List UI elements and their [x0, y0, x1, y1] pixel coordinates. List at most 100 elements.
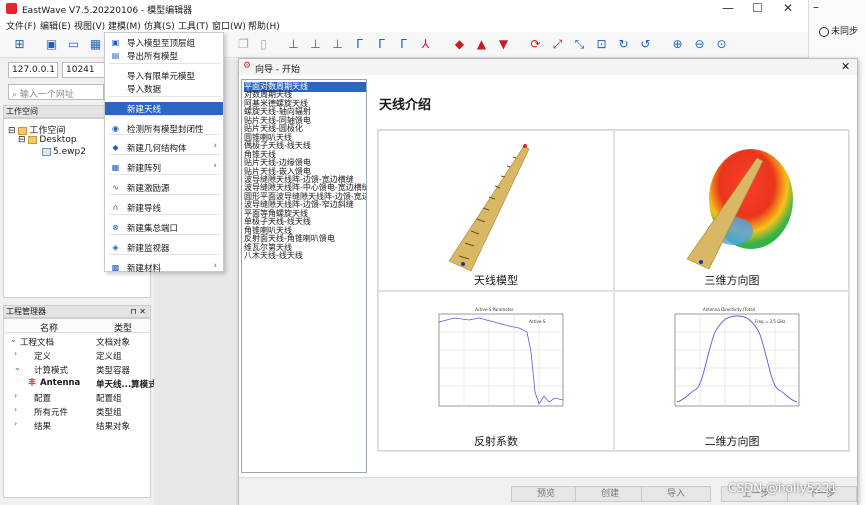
tree-row-config[interactable]: › 配置 配置组 [4, 390, 150, 404]
menu-separator [109, 214, 221, 215]
menu-item[interactable]: ∩ 新建导线 [105, 201, 223, 214]
rotate-ccw-icon[interactable]: ↺ [638, 37, 653, 52]
menu-item[interactable]: ◆ 新建几何结构体 › [105, 141, 223, 154]
view-front-icon[interactable]: Γ [352, 37, 367, 52]
menu-item[interactable]: ◉ 检测所有模型封闭性 [105, 122, 223, 135]
axis-z-icon[interactable]: ⊥ [330, 37, 345, 52]
menu-window[interactable]: 窗口(W) [212, 19, 246, 32]
chevron-down-icon[interactable]: ⌄ [14, 363, 21, 372]
menu-item-label: 新建激励源 [127, 184, 170, 194]
menu-separator [109, 174, 221, 175]
menu-item[interactable]: ▩ 新建材料 › [105, 261, 223, 274]
align-icon[interactable]: ⊡ [594, 37, 609, 52]
col-type[interactable]: 类型 [114, 321, 132, 334]
url-input[interactable]: ⌕ 输入一个网址 [8, 84, 104, 100]
folder-icon [28, 135, 38, 144]
tree-row-definition[interactable]: › 定义 定义组 [4, 348, 150, 362]
menu-simulate[interactable]: 仿真(S) [144, 19, 175, 32]
view-top-icon[interactable]: Γ [396, 37, 411, 52]
menu-item[interactable]: 导入有限单元模型 [105, 69, 223, 82]
column-header: 名称 类型 [4, 319, 150, 334]
wizard-content: 天线介绍 天线模型 三维方向图 Active-S Parameter Activ… [373, 79, 855, 473]
scale-icon[interactable]: ⤡ [572, 37, 587, 52]
antenna-list-item[interactable]: 八木天线-线天线 [244, 251, 366, 261]
import-icon: ▣ [111, 38, 120, 47]
menu-view[interactable]: 视图(V) [74, 19, 105, 32]
close-icon[interactable]: ✕ [841, 60, 850, 73]
tree-item-desktop[interactable]: ⊟ Desktop [18, 135, 77, 145]
import-icon[interactable]: ▣ [44, 37, 59, 52]
chevron-right-icon[interactable]: › [14, 405, 17, 414]
menu-item[interactable]: ◈ 新建监视器 [105, 241, 223, 254]
tree-item-file[interactable]: 5.ewp2 [42, 147, 86, 157]
new-icon[interactable]: ⊞ [12, 37, 27, 52]
chevron-right-icon: › [213, 141, 217, 151]
zoom-in-icon[interactable]: ⊕ [670, 37, 685, 52]
copy-icon[interactable]: ❐ [236, 37, 251, 52]
delete-icon[interactable]: ▯ [256, 37, 271, 52]
chevron-right-icon[interactable]: › [14, 391, 17, 400]
menu-model[interactable]: 建模(M) [108, 19, 141, 32]
preview-button[interactable]: 预览 [511, 486, 581, 502]
menu-item[interactable]: 新建天线 [105, 102, 223, 115]
zoom-fit-icon[interactable]: ⊙ [714, 37, 729, 52]
open-folder-icon[interactable]: ▭ [66, 37, 81, 52]
axes-icon[interactable]: ⅄ [418, 37, 433, 52]
tree-row-compute-mode[interactable]: ⌄ 计算模式 类型容器 [4, 362, 150, 376]
menu-file[interactable]: 文件(F) [6, 19, 36, 32]
geometry-icon: ◆ [112, 143, 119, 152]
menu-tools[interactable]: 工具(T) [178, 19, 209, 32]
menu-item[interactable]: ▤ 导出所有模型 [105, 49, 223, 62]
cell-2d-pattern: Antenna Directivity (Total) Freq = 3.5 G… [614, 291, 850, 452]
menu-item[interactable]: ∿ 新建激励源 [105, 181, 223, 194]
menu-separator [109, 194, 221, 195]
maximize-icon[interactable]: ☐ [752, 1, 763, 15]
menu-help[interactable]: 帮助(H) [248, 19, 280, 32]
axis-x-icon[interactable]: ⊥ [286, 37, 301, 52]
save-icon[interactable]: ▦ [88, 37, 103, 52]
preview-grid: 天线模型 三维方向图 Active-S Parameter Active-S 反… [377, 129, 850, 452]
move-top-icon[interactable]: ▲ [474, 37, 489, 52]
model-menu-dropdown: ▣ 导入模型至顶层组 ▤ 导出所有模型 导入有限单元模型 导入数据新建天线 ◉ 检测所有模型封… [104, 32, 224, 274]
cell-reflection: Active-S Parameter Active-S 反射系数 [378, 291, 614, 452]
chevron-right-icon[interactable]: › [14, 419, 17, 428]
chevron-right-icon: › [213, 261, 217, 271]
create-button[interactable]: 创建 [575, 486, 645, 502]
tree-row-project-doc[interactable]: ⌄ 工程文档 文档对象 [4, 334, 150, 348]
antenna-model-image [448, 144, 530, 272]
ip-input[interactable]: 127.0.0.1 [8, 62, 58, 78]
chevron-right-icon[interactable]: › [14, 349, 17, 358]
move-down-icon[interactable]: ▼ [496, 37, 511, 52]
tree-row-antenna[interactable]: 丰 Antenna 单天线...算模式 [4, 376, 157, 390]
axis-y-icon[interactable]: ⊥ [308, 37, 323, 52]
folder-icon [18, 126, 28, 135]
menu-item[interactable]: ▦ 新建阵列 › [105, 161, 223, 174]
import-button[interactable]: 导入 [641, 486, 711, 502]
material-icon: ▩ [111, 263, 120, 272]
rotate-icon[interactable]: ⟳ [528, 37, 543, 52]
mirror-icon[interactable]: ⤢ [550, 37, 565, 52]
zoom-out-icon[interactable]: ⊖ [692, 37, 707, 52]
minimize-icon[interactable]: – [813, 0, 819, 14]
tree-row-results[interactable]: › 结果 结果对象 [4, 418, 150, 432]
menu-edit[interactable]: 编辑(E) [40, 19, 71, 32]
view-side-icon[interactable]: Γ [374, 37, 389, 52]
menu-item[interactable]: ⊗ 新建集总端口 [105, 221, 223, 234]
menu-item-label: 导入有限单元模型 [127, 72, 196, 82]
antenna-icon: 丰 [28, 378, 36, 387]
search-icon: ⌕ [12, 90, 20, 100]
pin-close-icon[interactable]: ⊓ ✕ [131, 306, 147, 317]
menu-item-label: 新建集总端口 [127, 224, 179, 234]
port-input[interactable]: 10241 [62, 62, 106, 78]
col-name[interactable]: 名称 [40, 321, 58, 334]
minimize-icon[interactable]: — [722, 1, 734, 15]
menu-item[interactable]: ▣ 导入模型至顶层组 [105, 36, 223, 49]
close-icon[interactable]: ✕ [783, 1, 793, 15]
rotate-cw-icon[interactable]: ↻ [616, 37, 631, 52]
tree-row-components[interactable]: › 所有元件 类型组 [4, 404, 150, 418]
chevron-down-icon[interactable]: ⌄ [10, 335, 17, 344]
move-up-icon[interactable]: ◆ [452, 37, 467, 52]
menu-item-label: 新建材料 [127, 264, 162, 274]
menu-item[interactable]: 导入数据 [105, 82, 223, 95]
export-icon: ▤ [111, 51, 120, 60]
